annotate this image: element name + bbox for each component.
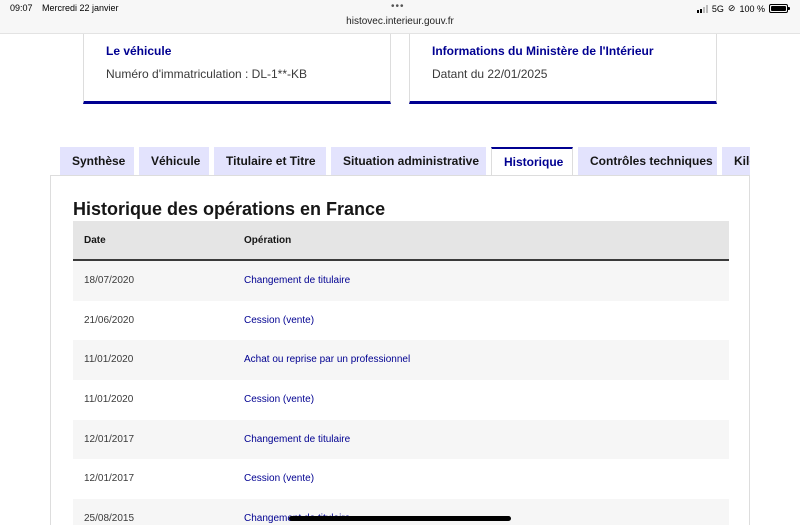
table-row: 12/01/2017 Changement de titulaire [73,419,729,460]
vehicle-card: Le véhicule Numéro d'immatriculation : D… [83,34,391,104]
history-panel: Historique des opérations en France Date… [50,175,750,525]
row-date: 12/01/2017 [84,433,135,445]
status-time: 09:07 [10,3,33,13]
orientation-lock-icon: ⊘ [727,3,736,13]
tab-historique[interactable]: Historique [491,147,573,175]
row-operation: Cession (vente) [244,314,315,326]
tab-controles-techniques[interactable]: Contrôles techniques [578,147,717,175]
row-date: 11/01/2020 [84,354,134,366]
battery-icon [769,4,790,13]
home-indicator[interactable] [289,516,511,521]
table-row: 25/08/2015 Changement de titulaire [73,499,729,525]
column-header-date: Date [84,235,106,246]
row-date: 25/08/2015 [84,513,135,525]
row-date: 11/01/2020 [84,394,134,406]
column-header-operation: Opération [244,235,292,246]
row-operation: Cession (vente) [244,394,315,406]
status-date: Mercredi 22 janvier [42,3,119,13]
row-operation: Changement de titulaire [244,275,351,286]
table-row: 11/01/2020 Achat ou reprise par un profe… [73,340,729,381]
cellular-signal-icon [696,4,708,13]
battery-fill [771,6,786,11]
registration-number: Numéro d'immatriculation : DL-1**-KB [106,67,308,81]
row-date: 21/06/2020 [84,314,135,326]
table-header: Date Opération [73,221,729,261]
row-operation: Achat ou reprise par un professionnel [244,354,411,366]
history-table: Date Opération 18/07/2020 Changement de … [73,221,729,525]
tab-synthese[interactable]: Synthèse [60,147,134,175]
table-row: 12/01/2017 Cession (vente) [73,459,729,500]
tab-situation-administrative[interactable]: Situation administrative [331,147,486,175]
ministry-info-card: Informations du Ministère de l'Intérieur… [409,34,717,104]
tab-vehicule[interactable]: Véhicule [139,147,209,175]
table-row: 11/01/2020 Cession (vente) [73,380,729,420]
network-type: 5G [711,3,724,14]
multitasking-dots-icon[interactable]: ••• [391,2,405,12]
address-bar-url[interactable]: histovec.interieur.gouv.fr [0,16,800,27]
vehicle-card-title: Le véhicule [106,44,172,58]
data-date: Datant du 22/01/2025 [432,67,548,81]
table-row: 18/07/2020 Changement de titulaire [73,261,729,301]
row-date: 12/01/2017 [84,473,135,485]
ministry-card-title: Informations du Ministère de l'Intérieur [432,44,654,58]
history-title: Historique des opérations en France [73,199,386,219]
table-row: 21/06/2020 Cession (vente) [73,300,729,341]
status-indicators: 5G ⊘ 100 % [696,3,790,14]
table-body: 18/07/2020 Changement de titulaire 21/06… [73,261,729,525]
tab-kilometrage[interactable]: Kilo [722,147,750,175]
tab-bar: Synthèse Véhicule Titulaire et Titre Sit… [60,147,750,175]
row-operation: Cession (vente) [244,473,315,485]
tab-titulaire-et-titre[interactable]: Titulaire et Titre [214,147,326,175]
status-bar: 09:07 Mercredi 22 janvier ••• histovec.i… [0,0,800,34]
row-operation: Changement de titulaire [244,433,351,445]
battery-percent: 100 % [739,3,765,14]
row-date: 18/07/2020 [84,275,135,286]
